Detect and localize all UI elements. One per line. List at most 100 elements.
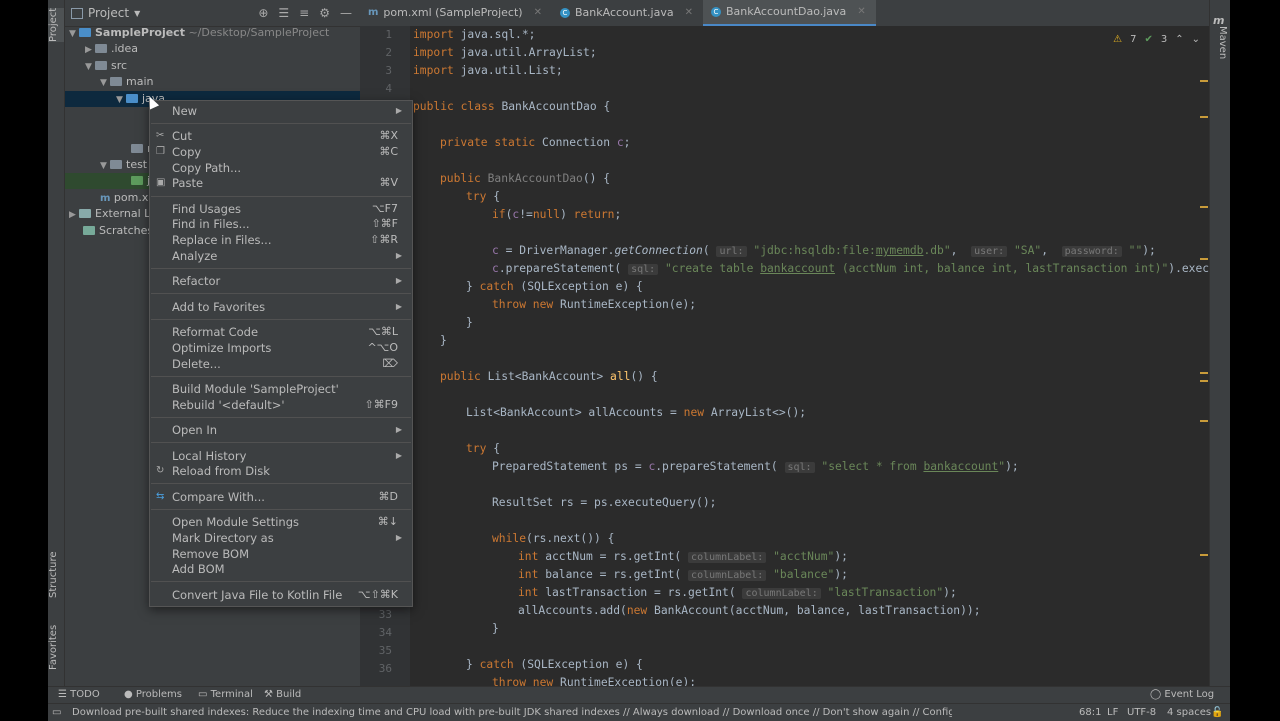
build-tool-button[interactable]: ⚒ Build (264, 689, 301, 700)
maven-tool-tab[interactable]: Maven (1212, 26, 1228, 60)
error-stripe-mark[interactable] (1200, 80, 1208, 82)
terminal-icon: ▭ (198, 689, 211, 700)
status-toggle-icon[interactable]: ▭ (52, 707, 61, 718)
menu-item-rebuild[interactable]: Rebuild '<default>' ⇧⌘F9 (150, 397, 412, 413)
code-editor[interactable]: ⚠ 7 ✔ 3 ⌃ ⌄ import java.sql.*; import java… (410, 26, 1210, 686)
menu-item-reformat-code[interactable]: Reformat Code ⌥⌘L (150, 324, 412, 340)
reload-icon: ↻ (156, 465, 165, 476)
code-line: } (492, 622, 499, 635)
maven-file-icon: m (100, 193, 114, 204)
project-tool-tab[interactable]: Project (48, 8, 64, 42)
terminal-tool-button[interactable]: ▭ Terminal (198, 689, 253, 700)
menu-item-remove-bom[interactable]: Remove BOM (150, 546, 412, 562)
chevron-down-icon[interactable]: ▼ (134, 9, 140, 18)
minimize-icon[interactable]: — (340, 6, 352, 20)
chevron-up-icon[interactable]: ⌃ (1175, 34, 1183, 45)
event-log-button[interactable]: ◯ Event Log (1150, 689, 1214, 700)
menu-item-find-usages[interactable]: Find Usages ⌥F7 (150, 201, 412, 217)
list-icon: ☰ (58, 689, 71, 700)
code-line: try { (466, 190, 501, 203)
status-message[interactable]: Download pre-built shared indexes: Reduc… (72, 707, 952, 718)
todo-tool-button[interactable]: ☰ TODO (58, 689, 100, 700)
line-separator[interactable]: LF (1107, 707, 1118, 718)
expand-all-icon[interactable]: ☰ (278, 6, 289, 20)
tree-item-src[interactable]: ▼ src (65, 58, 380, 74)
favorites-tool-tab[interactable]: Favorites (48, 622, 64, 672)
menu-separator (151, 581, 411, 582)
menu-separator (151, 293, 411, 294)
menu-item-refactor[interactable]: Refactor ▶ (150, 273, 412, 289)
menu-item-cut[interactable]: ✂ Cut ⌘X (150, 128, 412, 144)
menu-item-copy-path[interactable]: Copy Path... (150, 160, 412, 176)
submenu-arrow-icon: ▶ (395, 533, 402, 542)
error-stripe-mark[interactable] (1200, 554, 1208, 556)
error-stripe-mark[interactable] (1200, 258, 1208, 260)
menu-item-delete[interactable]: Delete... ⌦ (150, 356, 412, 372)
menu-item-optimize-imports[interactable]: Optimize Imports ^⌥O (150, 340, 412, 356)
menu-item-open-module-settings[interactable]: Open Module Settings ⌘↓ (150, 514, 412, 530)
project-panel-toolbar: Project ▼ ⊕ ☰ ≡ ⚙ — (65, 0, 360, 27)
project-view-icon (71, 7, 83, 19)
menu-item-reload-from-disk[interactable]: ↻ Reload from Disk (150, 463, 412, 479)
menu-separator (151, 196, 411, 197)
left-tool-strip: Project Structure Favorites (48, 0, 65, 686)
inspection-widget[interactable]: ⚠ 7 ✔ 3 ⌃ ⌄ (1113, 30, 1210, 48)
status-bar: ▭ Download pre-built shared indexes: Red… (48, 703, 1230, 721)
structure-tool-tab[interactable]: Structure (48, 550, 64, 600)
collapse-all-icon[interactable]: ≡ (299, 6, 309, 20)
menu-item-mark-directory-as[interactable]: Mark Directory as ▶ (150, 530, 412, 546)
error-stripe-mark[interactable] (1200, 380, 1208, 382)
menu-item-add-to-favorites[interactable]: Add to Favorites ▶ (150, 299, 412, 315)
tree-item-main[interactable]: ▼ main (65, 74, 395, 90)
indent-setting[interactable]: 4 spaces (1167, 707, 1211, 718)
file-encoding[interactable]: UTF-8 (1127, 707, 1156, 718)
locate-icon[interactable]: ⊕ (258, 6, 268, 20)
editor-tabs: m pom.xml (SampleProject) ✕ C BankAccount.j… (360, 0, 1210, 27)
tab-bankaccountdao-java[interactable]: C BankAccountDao.java ✕ (702, 0, 876, 26)
code-line: throw new RuntimeException(e); (492, 676, 697, 686)
code-line: import java.sql.*; (413, 28, 536, 41)
gear-icon[interactable]: ⚙ (319, 6, 330, 20)
menu-item-open-in[interactable]: Open In ▶ (150, 422, 412, 438)
tree-item-sampleproject[interactable]: ▼ SampleProject ~/Desktop/SampleProject (65, 25, 364, 41)
line-number: 36 (378, 662, 392, 675)
close-icon[interactable]: ✕ (534, 0, 542, 26)
problems-tool-button[interactable]: ● Problems (124, 689, 182, 700)
tree-item-idea[interactable]: ▶ .idea (65, 41, 380, 57)
menu-item-new[interactable]: New ▶ (150, 103, 412, 119)
code-line: int acctNum = rs.getInt( columnLabel: "a… (518, 550, 848, 563)
compare-icon: ⇆ (156, 491, 165, 502)
menu-item-find-in-files[interactable]: Find in Files... ⇧⌘F (150, 216, 412, 232)
code-line: import java.util.ArrayList; (413, 46, 597, 59)
close-icon[interactable]: ✕ (857, 0, 865, 25)
tab-pom-xml[interactable]: m pom.xml (SampleProject) ✕ (360, 0, 552, 26)
submenu-arrow-icon: ▶ (395, 425, 402, 434)
menu-separator (151, 442, 411, 443)
lock-icon[interactable]: 🔓 (1211, 707, 1223, 718)
error-stripe-mark[interactable] (1200, 116, 1208, 118)
menu-item-add-bom[interactable]: Add BOM (150, 561, 412, 577)
error-stripe-mark[interactable] (1200, 206, 1208, 208)
submenu-arrow-icon: ▶ (395, 276, 402, 285)
menu-item-convert-to-kotlin[interactable]: Convert Java File to Kotlin File ⌥⇧⌘K (150, 587, 412, 603)
menu-item-compare-with[interactable]: ⇆ Compare With... ⌘D (150, 489, 412, 505)
menu-item-analyze[interactable]: Analyze ▶ (150, 248, 412, 264)
error-stripe-mark[interactable] (1200, 372, 1208, 374)
code-line: } (466, 316, 473, 329)
line-number: 35 (378, 644, 392, 657)
code-line: public List<BankAccount> all() { (440, 370, 658, 383)
menu-item-build-module[interactable]: Build Module 'SampleProject' (150, 381, 412, 397)
menu-item-copy[interactable]: ❐ Copy ⌘C (150, 144, 412, 160)
tab-bankaccount-java[interactable]: C BankAccount.java ✕ (552, 0, 703, 26)
class-icon: C (710, 7, 721, 17)
menu-item-replace-in-files[interactable]: Replace in Files... ⇧⌘R (150, 232, 412, 248)
menu-item-local-history[interactable]: Local History ▶ (150, 448, 412, 464)
close-icon[interactable]: ✕ (685, 0, 693, 26)
caret-position[interactable]: 68:1 (1079, 707, 1101, 718)
error-stripe-mark[interactable] (1200, 420, 1208, 422)
menu-item-paste[interactable]: ▣ Paste ⌘V (150, 175, 412, 191)
right-tool-strip: m Maven (1209, 0, 1230, 686)
project-view-selector[interactable]: Project (88, 6, 129, 20)
line-number: 2 (385, 46, 392, 59)
submenu-arrow-icon: ▶ (395, 106, 402, 115)
